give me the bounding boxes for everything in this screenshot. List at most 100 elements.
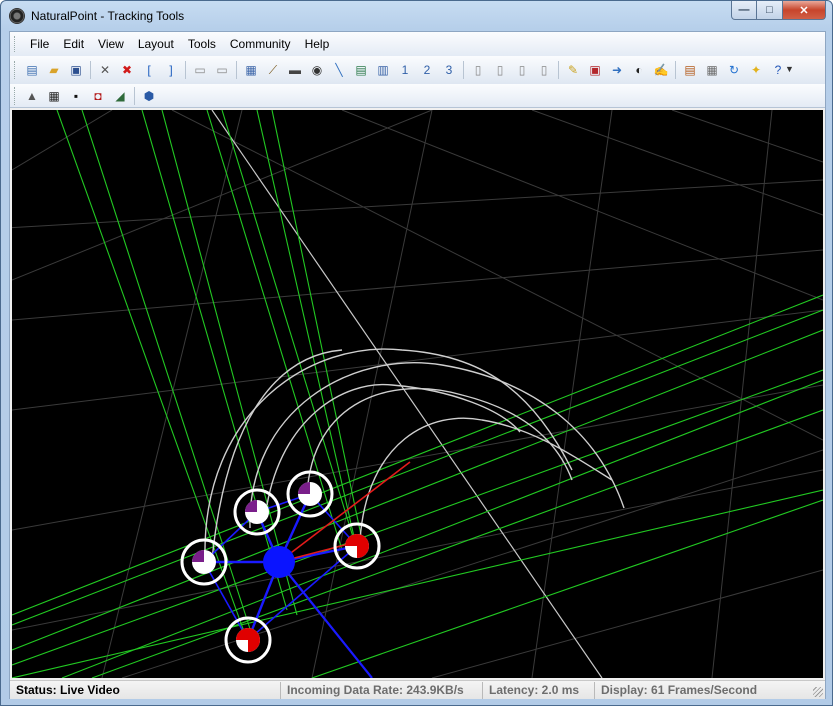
monitor-icon[interactable]: ▦ [242,61,260,79]
community-icon[interactable]: ◐ [630,61,648,79]
menubar-grip[interactable] [14,36,17,52]
view-1-icon[interactable]: 1 [396,61,414,79]
toolbar-separator [463,61,464,79]
main-toolbar: ▤ ▰ ▣ ✕ ✖[] ▭ ▭ ▦ ⟋ ▬ ◉ ╲ ▤ ▥ 1 2 3 ▯ ▯ ▯ ▯ ✎ ▣ ➜ ◐ ✍ ▤ ▦ ↻ ✦? [10,56,825,84]
document-export-icon[interactable]: ➜ [608,61,626,79]
properties-icon[interactable]: ▤ [681,61,699,79]
toolbar-separator [558,61,559,79]
perspective-scene[interactable] [12,110,823,678]
edit-document-icon[interactable]: ✍ [652,61,670,79]
camera-strip-icon[interactable]: ▬ [286,61,304,79]
display-icon[interactable]: ▣ [586,61,604,79]
grid-icon[interactable]: ▦ [45,87,63,105]
layout-a-icon[interactable]: ▭ [191,61,209,79]
maximize-button[interactable]: □ [757,1,783,20]
pane-4-icon[interactable]: ▯ [535,61,553,79]
naturalpoint-logo-icon[interactable] [9,8,25,24]
grid-line [12,179,823,229]
pane-1-icon[interactable]: ▯ [469,61,487,79]
marker-quadrant [236,628,248,640]
status-text: Status: Live Video [16,682,120,697]
grid-line [341,110,823,301]
camera-ray [161,110,298,616]
marker-trajectory [359,417,613,541]
minimize-button[interactable]: — [731,1,757,20]
grid-line [12,384,823,531]
camera-ray [206,110,343,551]
grid-line [12,110,113,171]
menu-edit[interactable]: Edit [56,35,91,53]
menu-bar: File Edit View Layout Tools Community He… [10,32,825,56]
marker-half [357,534,369,558]
pane-3-icon[interactable]: ▯ [513,61,531,79]
rigid-body-pivot [263,546,295,578]
marker-trajectory [204,348,573,559]
view-toolbar-grip[interactable] [14,86,17,105]
marker-quadrant [192,550,204,562]
grid-line [431,569,823,678]
menu-file[interactable]: File [23,35,56,53]
title-bar[interactable]: NaturalPoint - Tracking Tools — □ ✕ [1,1,832,31]
pane-2-icon[interactable]: ▯ [491,61,509,79]
grid-line [171,110,823,441]
perspective-icon[interactable]: ▲ [23,87,41,105]
calendar-icon[interactable]: ▦ [703,61,721,79]
refresh-icon[interactable]: ↻ [725,61,743,79]
menu-community[interactable]: Community [223,35,298,53]
floor-icon[interactable]: ◢ [111,87,129,105]
3d-viewport[interactable] [12,110,823,678]
view-2-icon[interactable]: 2 [418,61,436,79]
toolbar-separator [675,61,676,79]
camera-ray [12,489,823,678]
grid-line [311,110,433,678]
open-folder-icon[interactable]: ▰ [45,61,63,79]
marker-quadrant [245,500,257,512]
export-icon[interactable]: ▥ [374,61,392,79]
window-title: NaturalPoint - Tracking Tools [31,9,185,23]
pivot-axis-z [278,561,373,678]
status-bar: Status: Live Video Incoming Data Rate: 2… [10,680,825,699]
bracket-right-icon[interactable]: ] [162,61,180,79]
toolbar-grip[interactable] [14,61,17,79]
toolbar-separator [134,86,135,105]
marker-hexagon-icon[interactable]: ⬢ [140,87,158,105]
camera-red-icon[interactable]: ◘ [89,87,107,105]
close-button[interactable]: ✕ [783,1,826,20]
bracket-left-icon[interactable]: [ [140,61,158,79]
delete-icon[interactable]: ✖ [118,61,136,79]
client-area: File Edit View Layout Tools Community He… [9,31,826,699]
record-icon[interactable]: ◉ [308,61,326,79]
wand-icon[interactable]: ⟋ [264,61,282,79]
grid-line [531,110,823,216]
menu-tools[interactable]: Tools [181,35,223,53]
resize-grip[interactable] [813,687,823,697]
save-icon[interactable]: ▣ [67,61,85,79]
latency-text: Latency: 2.0 ms [482,681,594,699]
waveform-icon[interactable]: ▤ [352,61,370,79]
marker-quadrant [298,482,310,494]
camera-ray [12,309,823,626]
display-fps-text: Display: 61 Frames/Second [594,681,794,699]
toolbar-separator [90,61,91,79]
toolbar-separator [185,61,186,79]
grid-line [12,249,823,321]
new-project-icon[interactable]: ▤ [23,61,41,79]
lightbulb-icon[interactable]: ✦ [747,61,765,79]
camera-ray [61,379,823,678]
menu-layout[interactable]: Layout [131,35,181,53]
layout-b-icon[interactable]: ▭ [213,61,231,79]
notes-icon[interactable]: ✎ [564,61,582,79]
toolbar-separator [236,61,237,79]
toolbar-overflow-icon[interactable]: ▼ [785,64,795,78]
data-rate-text: Incoming Data Rate: 243.9KB/s [280,681,482,699]
select-camera-icon[interactable]: ▪ [67,87,85,105]
camera-ray [311,499,823,678]
menu-view[interactable]: View [91,35,131,53]
calibration-wand-icon[interactable]: ╲ [330,61,348,79]
tools-icon[interactable]: ✕ [96,61,114,79]
app-window: NaturalPoint - Tracking Tools — □ ✕ File… [0,0,833,706]
view-toolbar: ▲ ▦ ▪ ◘ ◢ ⬢ [10,84,825,108]
menu-help[interactable]: Help [298,35,337,53]
view-3-icon[interactable]: 3 [440,61,458,79]
camera-ray [12,369,823,666]
